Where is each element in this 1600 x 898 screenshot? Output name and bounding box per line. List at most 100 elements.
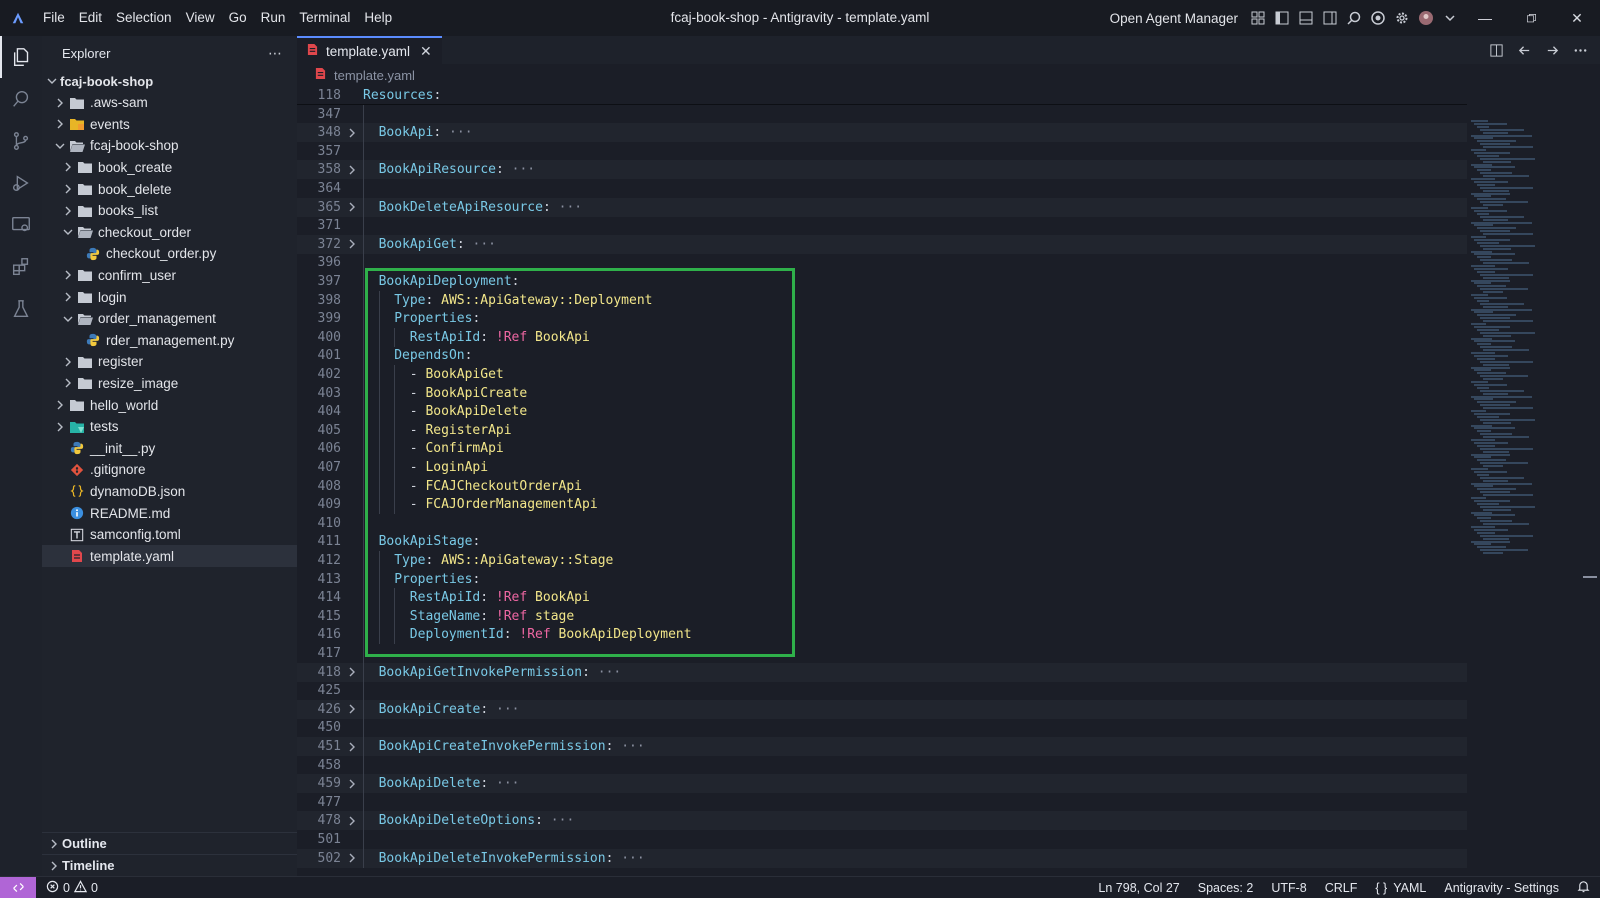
fold-chevron-icon[interactable] [345, 663, 359, 682]
menu-terminal[interactable]: Terminal [292, 0, 357, 36]
fold-chevron-icon[interactable] [345, 737, 359, 756]
outline-panel-header[interactable]: Outline [42, 832, 297, 854]
avatar[interactable] [1414, 6, 1438, 30]
remote-explorer-icon[interactable] [0, 204, 42, 246]
tree-item-template-yaml[interactable]: template.yaml [42, 545, 297, 568]
tree-item-aws-sam[interactable]: .aws-sam [42, 92, 297, 114]
code-line[interactable]: 478 BookApiDeleteOptions: ··· [297, 811, 1467, 831]
code-line[interactable]: 501 [297, 830, 1467, 849]
chevron-right-icon[interactable] [60, 181, 76, 197]
chevron-right-icon[interactable] [60, 289, 76, 305]
split-editor-icon[interactable] [1486, 40, 1506, 60]
code-line[interactable]: 451 BookApiCreateInvokePermission: ··· [297, 737, 1467, 756]
fold-chevron-icon[interactable] [345, 811, 359, 830]
indentation[interactable]: Spaces: 2 [1198, 881, 1254, 895]
cursor-position[interactable]: Ln 798, Col 27 [1098, 881, 1179, 895]
code-line[interactable]: 450 [297, 718, 1467, 738]
chevron-down-icon[interactable] [44, 73, 60, 89]
arrow-right-icon[interactable] [1542, 40, 1562, 60]
tree-item-book-delete[interactable]: book_delete [42, 178, 297, 200]
code-line[interactable]: 403 - BookApiCreate [297, 383, 1467, 403]
tab-template-yaml[interactable]: template.yaml ✕ [297, 36, 442, 64]
code-line[interactable]: 425 [297, 681, 1467, 701]
chevron-right-icon[interactable] [60, 159, 76, 175]
chevron-right-icon[interactable] [60, 354, 76, 370]
code-line[interactable]: 365 BookDeleteApiResource: ··· [297, 197, 1467, 217]
tree-item-confirm-user[interactable]: confirm_user [42, 264, 297, 286]
encoding[interactable]: UTF-8 [1271, 881, 1306, 895]
code-line[interactable]: 414 RestApiId: !Ref BookApi [297, 588, 1467, 608]
code-line[interactable]: 371 [297, 216, 1467, 236]
fold-chevron-icon[interactable] [345, 774, 359, 793]
tree-item-fcaj-book-shop[interactable]: fcaj-book-shop [42, 135, 297, 157]
gear-icon[interactable] [1390, 6, 1414, 30]
chevron-down-icon[interactable] [60, 311, 76, 327]
tree-item-init-py[interactable]: __init__.py [42, 437, 297, 459]
menu-file[interactable]: File [36, 0, 72, 36]
chevron-down-icon[interactable] [60, 224, 76, 240]
code-line[interactable]: 358 BookApiResource: ··· [297, 160, 1467, 180]
timeline-panel-header[interactable]: Timeline [42, 854, 297, 876]
code-line[interactable]: 502 BookApiDeleteInvokePermission: ··· [297, 848, 1467, 868]
code-line[interactable]: 396 [297, 253, 1467, 273]
code-line[interactable]: 408 - FCAJCheckoutOrderApi [297, 476, 1467, 496]
tree-item-samconfig-toml[interactable]: samconfig.toml [42, 524, 297, 546]
minimap[interactable] [1467, 86, 1600, 876]
more-actions-icon[interactable]: ⋯ [268, 45, 283, 62]
minimize-window-button[interactable]: — [1462, 0, 1508, 36]
testing-flask-icon[interactable] [0, 288, 42, 330]
fold-chevron-icon[interactable] [345, 700, 359, 719]
code-line[interactable]: 459 BookApiDelete: ··· [297, 774, 1467, 794]
tree-item-fcaj-book-shop[interactable]: fcaj-book-shop [42, 70, 297, 92]
code-line[interactable]: 401 DependsOn: [297, 346, 1467, 366]
code-line[interactable]: 406 - ConfirmApi [297, 439, 1467, 459]
code-line[interactable]: 404 - BookApiDelete [297, 402, 1467, 422]
code-line[interactable]: 372 BookApiGet: ··· [297, 234, 1467, 254]
menu-run[interactable]: Run [254, 0, 293, 36]
close-icon[interactable]: ✕ [420, 43, 432, 60]
bell-icon[interactable] [1577, 880, 1590, 896]
chevron-down-icon[interactable] [52, 138, 68, 154]
code-line[interactable]: 417 [297, 644, 1467, 663]
tree-item-register[interactable]: register [42, 351, 297, 373]
chevron-right-icon[interactable] [52, 95, 68, 111]
code-editor[interactable]: 118 Resources: 347 348 BookApi: ··· 357 358 Boo… [297, 86, 1467, 876]
tree-item-checkout-order-py[interactable]: checkout_order.py [42, 243, 297, 265]
settings-link[interactable]: Antigravity - Settings [1444, 881, 1559, 895]
toggle-secondary-sidebar-icon[interactable] [1318, 6, 1342, 30]
code-line[interactable]: 415 StageName: !Ref stage [297, 606, 1467, 626]
browser-icon[interactable] [1366, 6, 1390, 30]
toggle-primary-sidebar-icon[interactable] [1270, 6, 1294, 30]
customize-layout-icon[interactable] [1246, 6, 1270, 30]
code-line[interactable]: 118 Resources: [297, 86, 1467, 105]
arrow-left-icon[interactable] [1514, 40, 1534, 60]
code-line[interactable]: 418 BookApiGetInvokePermission: ··· [297, 662, 1467, 682]
code-line[interactable]: 426 BookApiCreate: ··· [297, 699, 1467, 719]
open-agent-manager-button[interactable]: Open Agent Manager [1110, 11, 1238, 26]
tree-item-dynamodb-json[interactable]: dynamoDB.json [42, 480, 297, 502]
chevron-right-icon[interactable] [60, 267, 76, 283]
tree-item-order-management[interactable]: order_management [42, 308, 297, 330]
chevron-right-icon[interactable] [52, 397, 68, 413]
tree-item-readme-md[interactable]: README.md [42, 502, 297, 524]
code-line[interactable]: 357 [297, 141, 1467, 161]
toggle-panel-icon[interactable] [1294, 6, 1318, 30]
tree-item-checkout-order[interactable]: checkout_order [42, 221, 297, 243]
search-icon[interactable] [0, 78, 42, 120]
code-line[interactable]: 458 [297, 755, 1467, 775]
fold-chevron-icon[interactable] [345, 198, 359, 217]
code-line[interactable]: 400 RestApiId: !Ref BookApi [297, 327, 1467, 347]
menu-edit[interactable]: Edit [72, 0, 109, 36]
code-line[interactable]: 398 Type: AWS::ApiGateway::Deployment [297, 290, 1467, 310]
chevron-down-icon[interactable] [1438, 6, 1462, 30]
code-line[interactable]: 397 BookApiDeployment: [297, 272, 1467, 291]
breadcrumb[interactable]: template.yaml [297, 64, 1600, 86]
code-line[interactable]: 411 BookApiStage: [297, 532, 1467, 552]
search-icon[interactable] [1342, 6, 1366, 30]
chevron-right-icon[interactable] [60, 203, 76, 219]
antigravity-logo-icon[interactable] [0, 0, 36, 36]
chevron-right-icon[interactable] [52, 419, 68, 435]
fold-chevron-icon[interactable] [345, 235, 359, 254]
tree-item-gitignore[interactable]: .gitignore [42, 459, 297, 481]
code-line[interactable]: 416 DeploymentId: !Ref BookApiDeployment [297, 625, 1467, 645]
